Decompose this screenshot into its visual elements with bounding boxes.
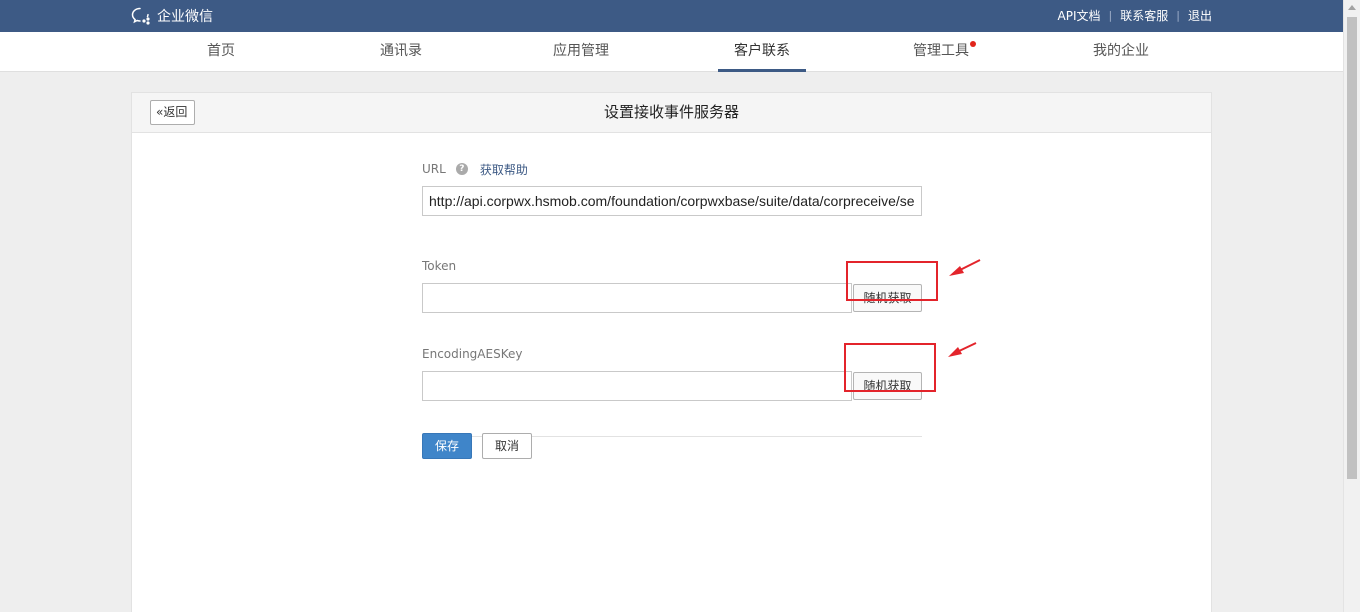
nav-my-enterprise[interactable]: 我的企业 [1093, 32, 1149, 72]
brand-name: 企业微信 [157, 9, 213, 25]
cancel-button[interactable]: 取消 [482, 433, 532, 459]
scroll-up-arrow-icon[interactable] [1348, 5, 1356, 10]
save-button[interactable]: 保存 [422, 433, 472, 459]
panel-header: «返回 设置接收事件服务器 [132, 93, 1211, 133]
nav-customer-contact[interactable]: 客户联系 [718, 32, 806, 72]
highlight-box-aes [844, 343, 936, 392]
nav-management-tools[interactable]: 管理工具 [913, 32, 976, 72]
arrow-annotation-icon [948, 342, 977, 357]
url-label: URL [422, 162, 446, 176]
get-help-link[interactable]: 获取帮助 [480, 161, 528, 178]
token-input[interactable] [422, 283, 852, 313]
vertical-scrollbar[interactable] [1343, 0, 1360, 612]
api-docs-link[interactable]: API文档 [1058, 7, 1101, 24]
top-bar: 企业微信 API文档 | 联系客服 | 退出 [0, 0, 1343, 32]
brand-logo[interactable]: 企业微信 [131, 6, 213, 26]
scroll-thumb[interactable] [1347, 17, 1357, 479]
nav-home[interactable]: 首页 [207, 32, 235, 72]
wecom-logo-icon [131, 7, 150, 25]
page-title: 设置接收事件服务器 [603, 103, 739, 121]
url-label-row: URL ? 获取帮助 [422, 161, 922, 177]
highlight-box-token [846, 261, 938, 301]
settings-panel: «返回 设置接收事件服务器 URL ? 获取帮助 Token 随机获取 Enco… [131, 92, 1212, 612]
main-nav: 首页 通讯录 应用管理 客户联系 管理工具 我的企业 [0, 32, 1343, 72]
nav-contacts[interactable]: 通讯录 [380, 32, 422, 72]
url-input[interactable] [422, 186, 922, 216]
separator: | [1108, 9, 1113, 22]
aes-key-input[interactable] [422, 371, 852, 401]
logout-link[interactable]: 退出 [1188, 7, 1212, 24]
notification-dot [970, 41, 976, 47]
separator: | [1176, 9, 1180, 22]
help-icon[interactable]: ? [455, 163, 468, 175]
nav-app-management[interactable]: 应用管理 [553, 32, 609, 72]
arrow-annotation-icon [949, 259, 981, 276]
top-links: API文档 | 联系客服 | 退出 [1058, 7, 1212, 24]
contact-support-link[interactable]: 联系客服 [1120, 7, 1168, 24]
